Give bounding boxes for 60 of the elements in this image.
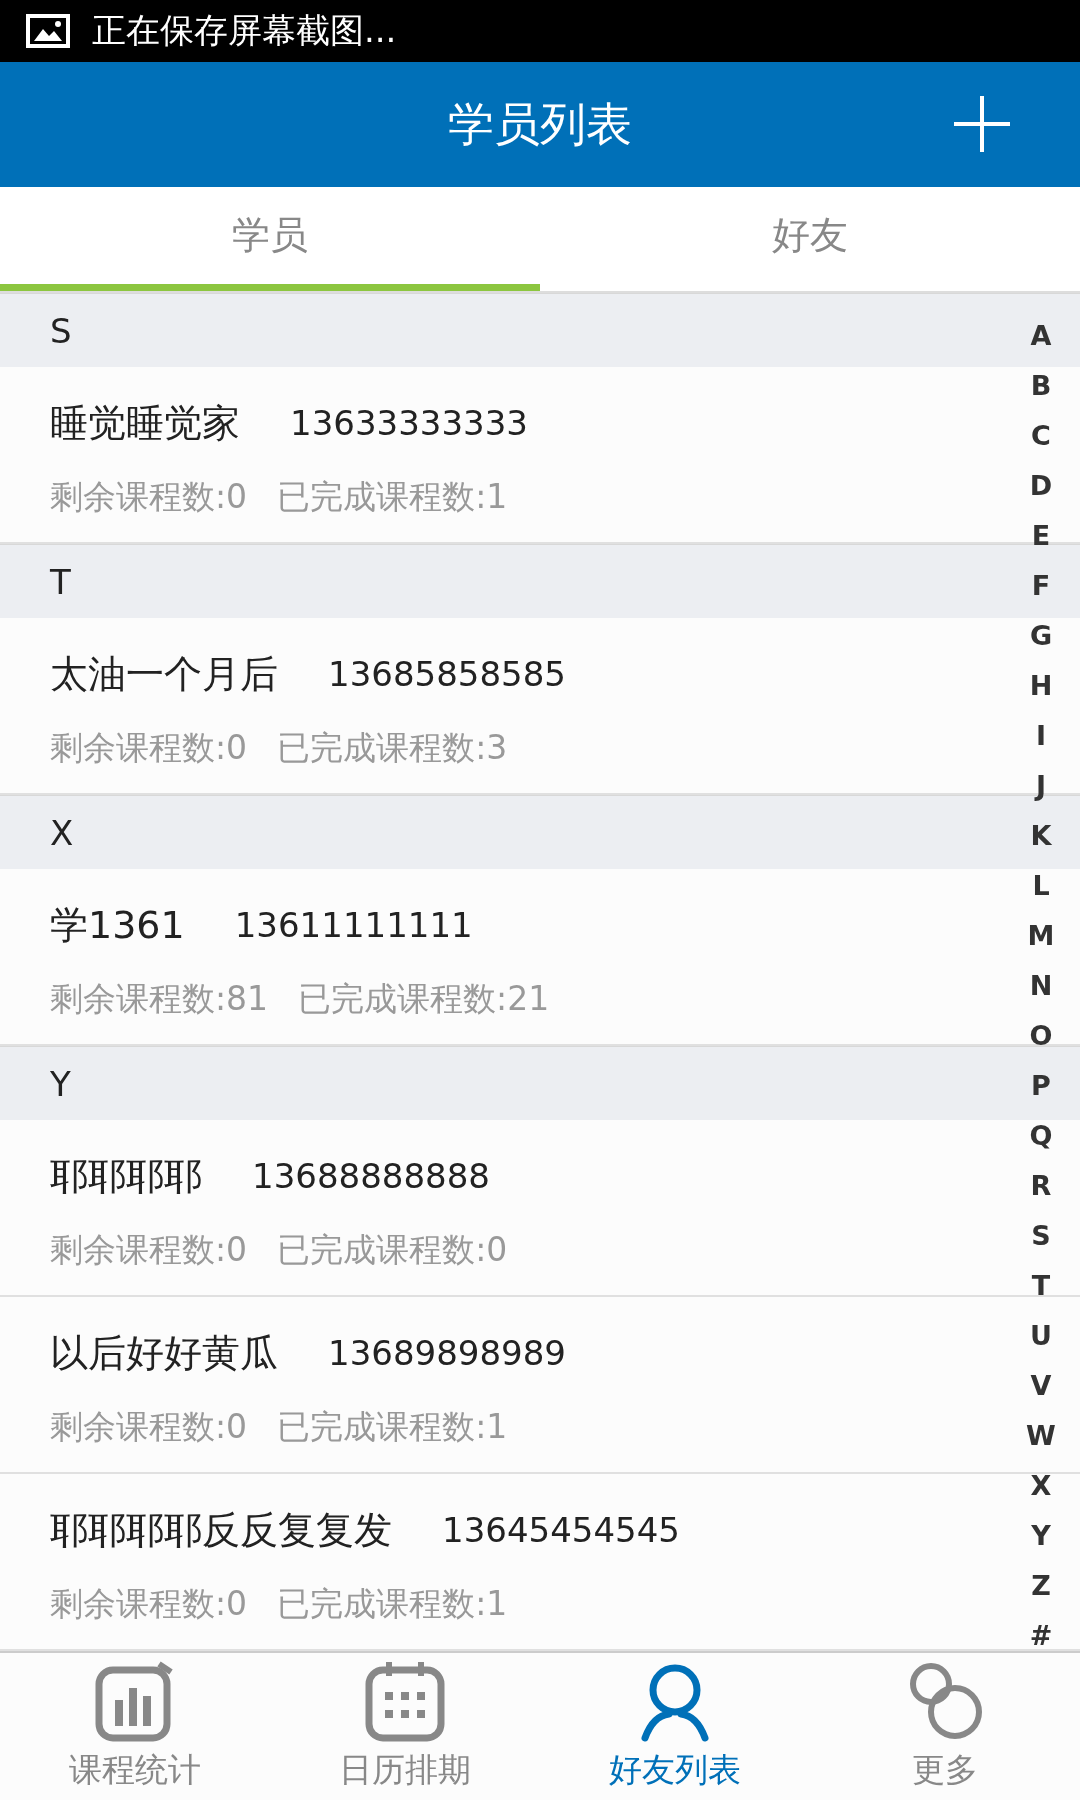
completed-courses: 已完成课程数:0 — [277, 1229, 508, 1271]
section-letter: S — [50, 310, 72, 351]
phone-number: 13689898989 — [328, 1333, 566, 1373]
index-letter[interactable]: S — [1031, 1211, 1051, 1261]
index-letter[interactable]: G — [1029, 611, 1053, 661]
phone-number: 13688888888 — [252, 1156, 490, 1196]
section-letter: Y — [50, 1063, 71, 1104]
remaining-courses: 剩余课程数:0 — [50, 727, 248, 769]
phone-number: 13645454545 — [442, 1510, 680, 1550]
student-name: 以后好好黄瓜 — [50, 1329, 278, 1377]
index-letter[interactable]: J — [1035, 761, 1046, 811]
index-letter[interactable]: B — [1030, 361, 1052, 411]
index-letter[interactable]: U — [1030, 1311, 1052, 1361]
index-letter[interactable]: Y — [1031, 1511, 1051, 1561]
index-letter[interactable]: T — [1031, 1261, 1051, 1311]
image-icon — [26, 14, 70, 48]
index-letter[interactable]: F — [1031, 561, 1051, 611]
index-letter[interactable]: Q — [1029, 1111, 1053, 1161]
index-letter[interactable]: O — [1029, 1011, 1053, 1061]
completed-courses: 已完成课程数:1 — [277, 1406, 508, 1448]
completed-courses: 已完成课程数:3 — [277, 727, 508, 769]
completed-courses: 已完成课程数:1 — [277, 476, 508, 518]
remaining-courses: 剩余课程数:0 — [50, 1406, 248, 1448]
student-name: 太油一个月后 — [50, 650, 278, 698]
student-name: 学1361 — [50, 901, 185, 949]
index-letter[interactable]: I — [1035, 711, 1046, 761]
index-letter[interactable]: E — [1031, 511, 1051, 561]
remaining-courses: 剩余课程数:81 — [50, 978, 269, 1020]
completed-courses: 已完成课程数:21 — [298, 978, 550, 1020]
page-title: 学员列表 — [448, 95, 632, 153]
student-name: 睡觉睡觉家 — [50, 399, 240, 447]
nav-item[interactable]: 好友列表 — [540, 1653, 810, 1800]
index-letter[interactable]: K — [1030, 811, 1052, 861]
index-letter[interactable]: M — [1027, 911, 1055, 961]
index-letter[interactable]: R — [1030, 1161, 1052, 1211]
index-letter[interactable]: L — [1032, 861, 1050, 911]
student-name: 耶耶耶耶 — [50, 1152, 202, 1200]
phone-number: 13611111111 — [234, 905, 473, 945]
index-letter[interactable]: N — [1029, 961, 1053, 1011]
index-letter[interactable]: X — [1030, 1461, 1052, 1511]
remaining-courses: 剩余课程数:0 — [50, 476, 248, 518]
section-letter: X — [50, 812, 74, 853]
index-letter[interactable]: A — [1030, 311, 1052, 361]
index-letter[interactable]: W — [1026, 1411, 1056, 1461]
student-name: 耶耶耶耶反反复复发 — [50, 1506, 392, 1554]
index-letter[interactable]: Z — [1031, 1561, 1051, 1611]
index-letter[interactable]: D — [1029, 461, 1053, 511]
remaining-courses: 剩余课程数:0 — [50, 1229, 248, 1271]
tab[interactable]: 好友 — [540, 187, 1080, 291]
remaining-courses: 剩余课程数:0 — [50, 1583, 248, 1625]
phone-number: 13685858585 — [328, 654, 566, 694]
section-letter: T — [50, 561, 71, 602]
index-letter[interactable]: C — [1031, 411, 1051, 461]
index-letter[interactable]: P — [1031, 1061, 1051, 1111]
index-letter[interactable]: H — [1029, 661, 1053, 711]
completed-courses: 已完成课程数:1 — [277, 1583, 508, 1625]
notification-text: 正在保存屏幕截图... — [92, 9, 397, 52]
index-letter[interactable]: V — [1030, 1361, 1052, 1411]
calendar-icon — [363, 1660, 447, 1744]
phone-number: 13633333333 — [290, 403, 528, 443]
